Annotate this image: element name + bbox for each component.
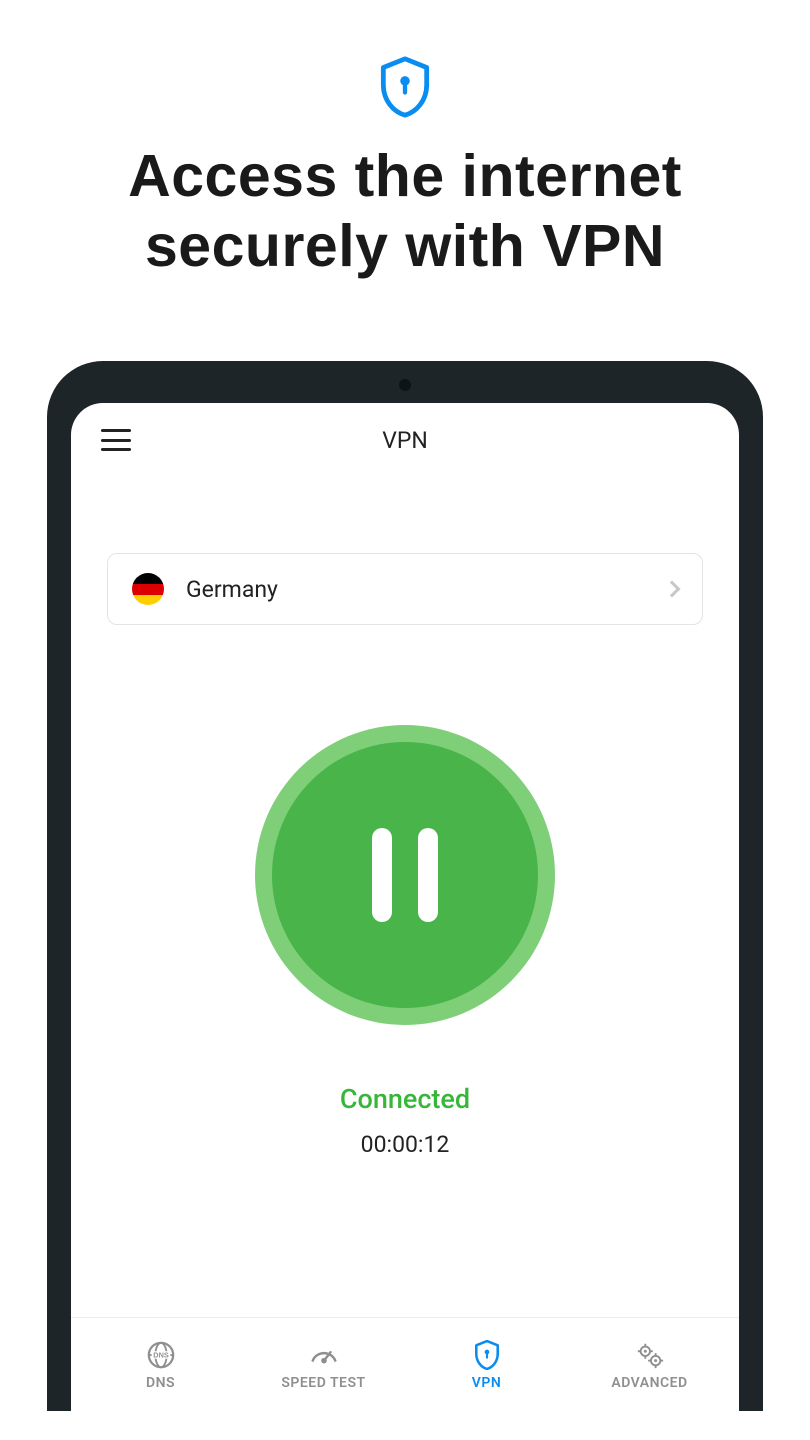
nav-label-dns: DNS [146,1375,175,1391]
nav-item-advanced[interactable]: ADVANCED [568,1339,731,1391]
shield-icon [471,1339,503,1371]
shield-lock-icon [379,56,431,118]
gauge-icon [308,1339,340,1371]
country-name: Germany [186,576,666,603]
chevron-right-icon [664,581,681,598]
connection-status: Connected [340,1083,470,1115]
device-camera-dot [399,379,411,391]
nav-item-vpn[interactable]: VPN [405,1339,568,1391]
content-area: Germany Connected 00:00:12 [71,473,739,1317]
nav-label-speed: SPEED TEST [281,1375,365,1391]
nav-item-dns[interactable]: DNS DNS [79,1339,242,1391]
nav-label-vpn: VPN [472,1375,501,1391]
connect-toggle-button[interactable] [255,725,555,1025]
nav-label-advanced: ADVANCED [611,1375,687,1391]
bottom-nav: DNS DNS SPEED TEST [71,1317,739,1411]
headline: Access the internet securely with VPN [128,142,682,281]
menu-icon[interactable] [101,429,131,451]
gears-icon [634,1339,666,1371]
headline-line2: securely with VPN [145,213,665,279]
app-screen: VPN Germany [71,403,739,1411]
screen-title: VPN [382,427,428,454]
headline-line1: Access the internet [128,143,682,209]
device-frame: VPN Germany [47,361,763,1411]
topbar: VPN [71,407,739,473]
nav-item-speed[interactable]: SPEED TEST [242,1339,405,1391]
dns-icon: DNS [145,1339,177,1371]
promo-page: Access the internet securely with VPN VP… [0,0,810,1440]
connection-timer: 00:00:12 [361,1131,450,1158]
country-selector[interactable]: Germany [107,553,703,625]
svg-text:DNS: DNS [153,1350,169,1359]
pause-icon [272,742,538,1008]
flag-germany-icon [132,573,164,605]
